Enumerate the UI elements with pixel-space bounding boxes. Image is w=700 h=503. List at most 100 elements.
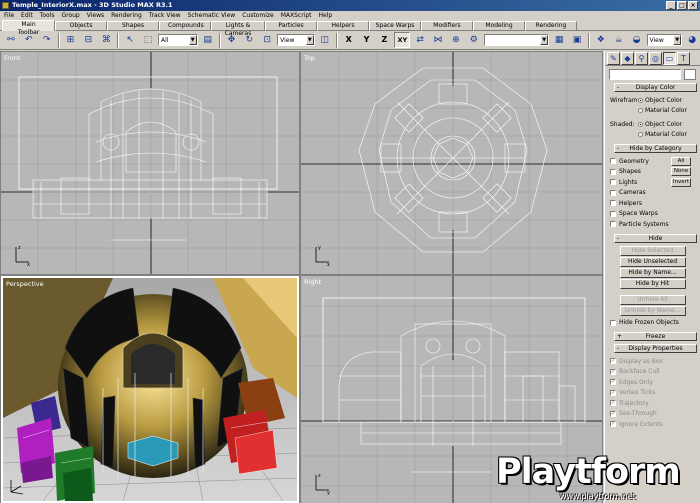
axis-y-button[interactable]: Y (359, 32, 375, 48)
schematic-view-icon[interactable]: ▣ (569, 32, 585, 48)
wireframe-material-color-radio[interactable] (638, 108, 643, 114)
none-button[interactable]: None (671, 167, 691, 177)
viewport-perspective[interactable]: Perspective (1, 276, 299, 503)
link-icon[interactable]: ⊞ (63, 32, 79, 48)
menu-schematic-view[interactable]: Schematic View (188, 11, 236, 20)
particle-systems-checkbox[interactable] (610, 221, 616, 228)
viewport-label-front[interactable]: Front (4, 54, 20, 62)
menu-file[interactable]: File (4, 11, 14, 20)
tab-rendering[interactable]: Rendering (525, 21, 577, 31)
tab-objects[interactable]: Objects (55, 21, 107, 31)
hide-by-hit-button[interactable]: Hide by Hit (619, 278, 686, 289)
menu-edit[interactable]: Edit (21, 11, 33, 20)
shaded-material-color-radio[interactable] (638, 132, 643, 138)
align-icon[interactable]: ⊕ (448, 32, 464, 48)
space-warps-checkbox[interactable] (610, 210, 616, 217)
mirror-icon[interactable]: ⋈ (430, 32, 446, 48)
utilities-tab-icon[interactable]: T (677, 52, 690, 65)
menu-maxscript[interactable]: MAXScript (281, 11, 312, 20)
quick-render-icon[interactable]: ◒ (629, 32, 645, 48)
ignore-extents-checkbox[interactable] (610, 420, 616, 428)
selection-filter-combo[interactable]: All ▼ (158, 34, 198, 46)
shapes-checkbox[interactable] (610, 168, 616, 175)
snapshot-icon[interactable]: ⚙ (466, 32, 482, 48)
rollout-title-display-properties[interactable]: Display Properties (614, 344, 697, 353)
lights-checkbox[interactable] (610, 179, 616, 186)
viewport-label-perspective[interactable]: Perspective (6, 280, 44, 288)
maximize-button[interactable]: □ (677, 1, 687, 10)
see-through-checkbox[interactable] (610, 410, 616, 417)
tab-space-warps[interactable]: Space Warps (369, 21, 421, 31)
tab-main-toolbar[interactable]: Main Toolbar (2, 20, 55, 36)
tab-modifiers[interactable]: Modifiers (421, 21, 473, 31)
rollout-title-display-color[interactable]: Display Color (614, 83, 697, 92)
backface-cull-checkbox[interactable] (610, 368, 616, 375)
close-button[interactable]: × (688, 1, 698, 10)
hide-selected-button[interactable]: Hide Selected (619, 245, 686, 256)
axis-x-button[interactable]: X (341, 32, 357, 48)
pivot-center-icon[interactable]: ◫ (317, 32, 333, 48)
object-name-field[interactable] (609, 69, 681, 80)
inverse-kinematics-icon[interactable]: ⇄ (412, 32, 428, 48)
hide-by-name-button[interactable]: Hide by Name... (619, 267, 686, 278)
menu-rendering[interactable]: Rendering (111, 11, 142, 20)
bind-spacewarp-icon[interactable]: ⌘ (98, 32, 114, 48)
shaded-object-color-radio[interactable] (638, 121, 643, 127)
scale-icon[interactable]: ⊡ (259, 32, 275, 48)
material-editor-icon[interactable]: ❖ (593, 32, 609, 48)
invert-button[interactable]: Invert (671, 177, 691, 187)
viewport-label-top[interactable]: Top (304, 54, 315, 62)
viewport-front[interactable]: Front z x (1, 52, 299, 274)
modify-tab-icon[interactable]: ◆ (621, 52, 634, 65)
render-scene-icon[interactable]: ☕ (611, 32, 627, 48)
unlink-icon[interactable]: ⊟ (81, 32, 97, 48)
tab-shapes[interactable]: Shapes (107, 21, 159, 31)
geometry-checkbox[interactable] (610, 158, 616, 165)
render-last-icon[interactable]: ◕ (684, 32, 700, 48)
helpers-checkbox[interactable] (610, 200, 616, 207)
all-button[interactable]: All (671, 156, 691, 166)
viewport-label-right[interactable]: Right (304, 278, 321, 286)
rollout-title-hide-by-category[interactable]: Hide by Category (614, 144, 697, 153)
wireframe-object-color-radio[interactable] (638, 97, 643, 103)
minimize-button[interactable]: _ (666, 1, 676, 10)
menu-views[interactable]: Views (87, 11, 104, 20)
menu-help[interactable]: Help (319, 11, 333, 20)
select-object-icon[interactable]: ↖ (122, 32, 138, 48)
hide-frozen-objects-checkbox[interactable] (610, 319, 616, 326)
display-as-box-checkbox[interactable] (610, 357, 616, 365)
viewport-top[interactable]: Top y x (301, 52, 602, 274)
menu-group[interactable]: Group (61, 11, 79, 20)
rollout-title-hide[interactable]: Hide (614, 233, 697, 243)
track-view-icon[interactable]: ▦ (551, 32, 567, 48)
move-icon[interactable]: ✥ (224, 32, 240, 48)
tab-lights-cameras[interactable]: Lights & Cameras (211, 21, 265, 37)
motion-tab-icon[interactable]: ◎ (649, 52, 662, 65)
vertex-ticks-checkbox[interactable] (610, 389, 616, 396)
axis-z-button[interactable]: Z (376, 32, 392, 48)
tab-compounds[interactable]: Compounds (159, 21, 211, 31)
tab-modeling[interactable]: Modeling (473, 21, 525, 31)
create-tab-icon[interactable]: ✎ (607, 52, 620, 65)
tab-particles[interactable]: Particles (265, 21, 317, 31)
unhide-all-button[interactable]: Unhide All (619, 294, 686, 305)
menu-customize[interactable]: Customize (242, 11, 274, 20)
object-color-swatch[interactable] (684, 69, 696, 80)
trajectory-checkbox[interactable] (610, 399, 616, 407)
display-tab-icon[interactable]: ▭ (663, 52, 676, 65)
named-selection-combo[interactable]: ▼ (483, 34, 550, 46)
redo-icon[interactable]: ↷ (39, 32, 55, 48)
undo-icon[interactable]: ↶ (21, 32, 37, 48)
select-link-icon[interactable]: ⚯ (3, 32, 19, 48)
unhide-by-name-button[interactable]: Unhide by Name... (619, 305, 686, 316)
hide-unselected-button[interactable]: Hide Unselected (619, 256, 686, 267)
menu-track-view[interactable]: Track View (149, 11, 181, 20)
reference-coordinate-combo[interactable]: View ▼ (277, 34, 315, 46)
menu-tools[interactable]: Tools (40, 11, 55, 20)
rotate-icon[interactable]: ↻ (241, 32, 257, 48)
cameras-checkbox[interactable] (610, 189, 616, 196)
region-select-icon[interactable]: ⬚ (140, 32, 156, 48)
rollout-title-freeze[interactable]: Freeze (614, 332, 697, 341)
axis-xy-button[interactable]: XY (394, 32, 411, 48)
select-by-name-icon[interactable]: ▤ (200, 32, 216, 48)
